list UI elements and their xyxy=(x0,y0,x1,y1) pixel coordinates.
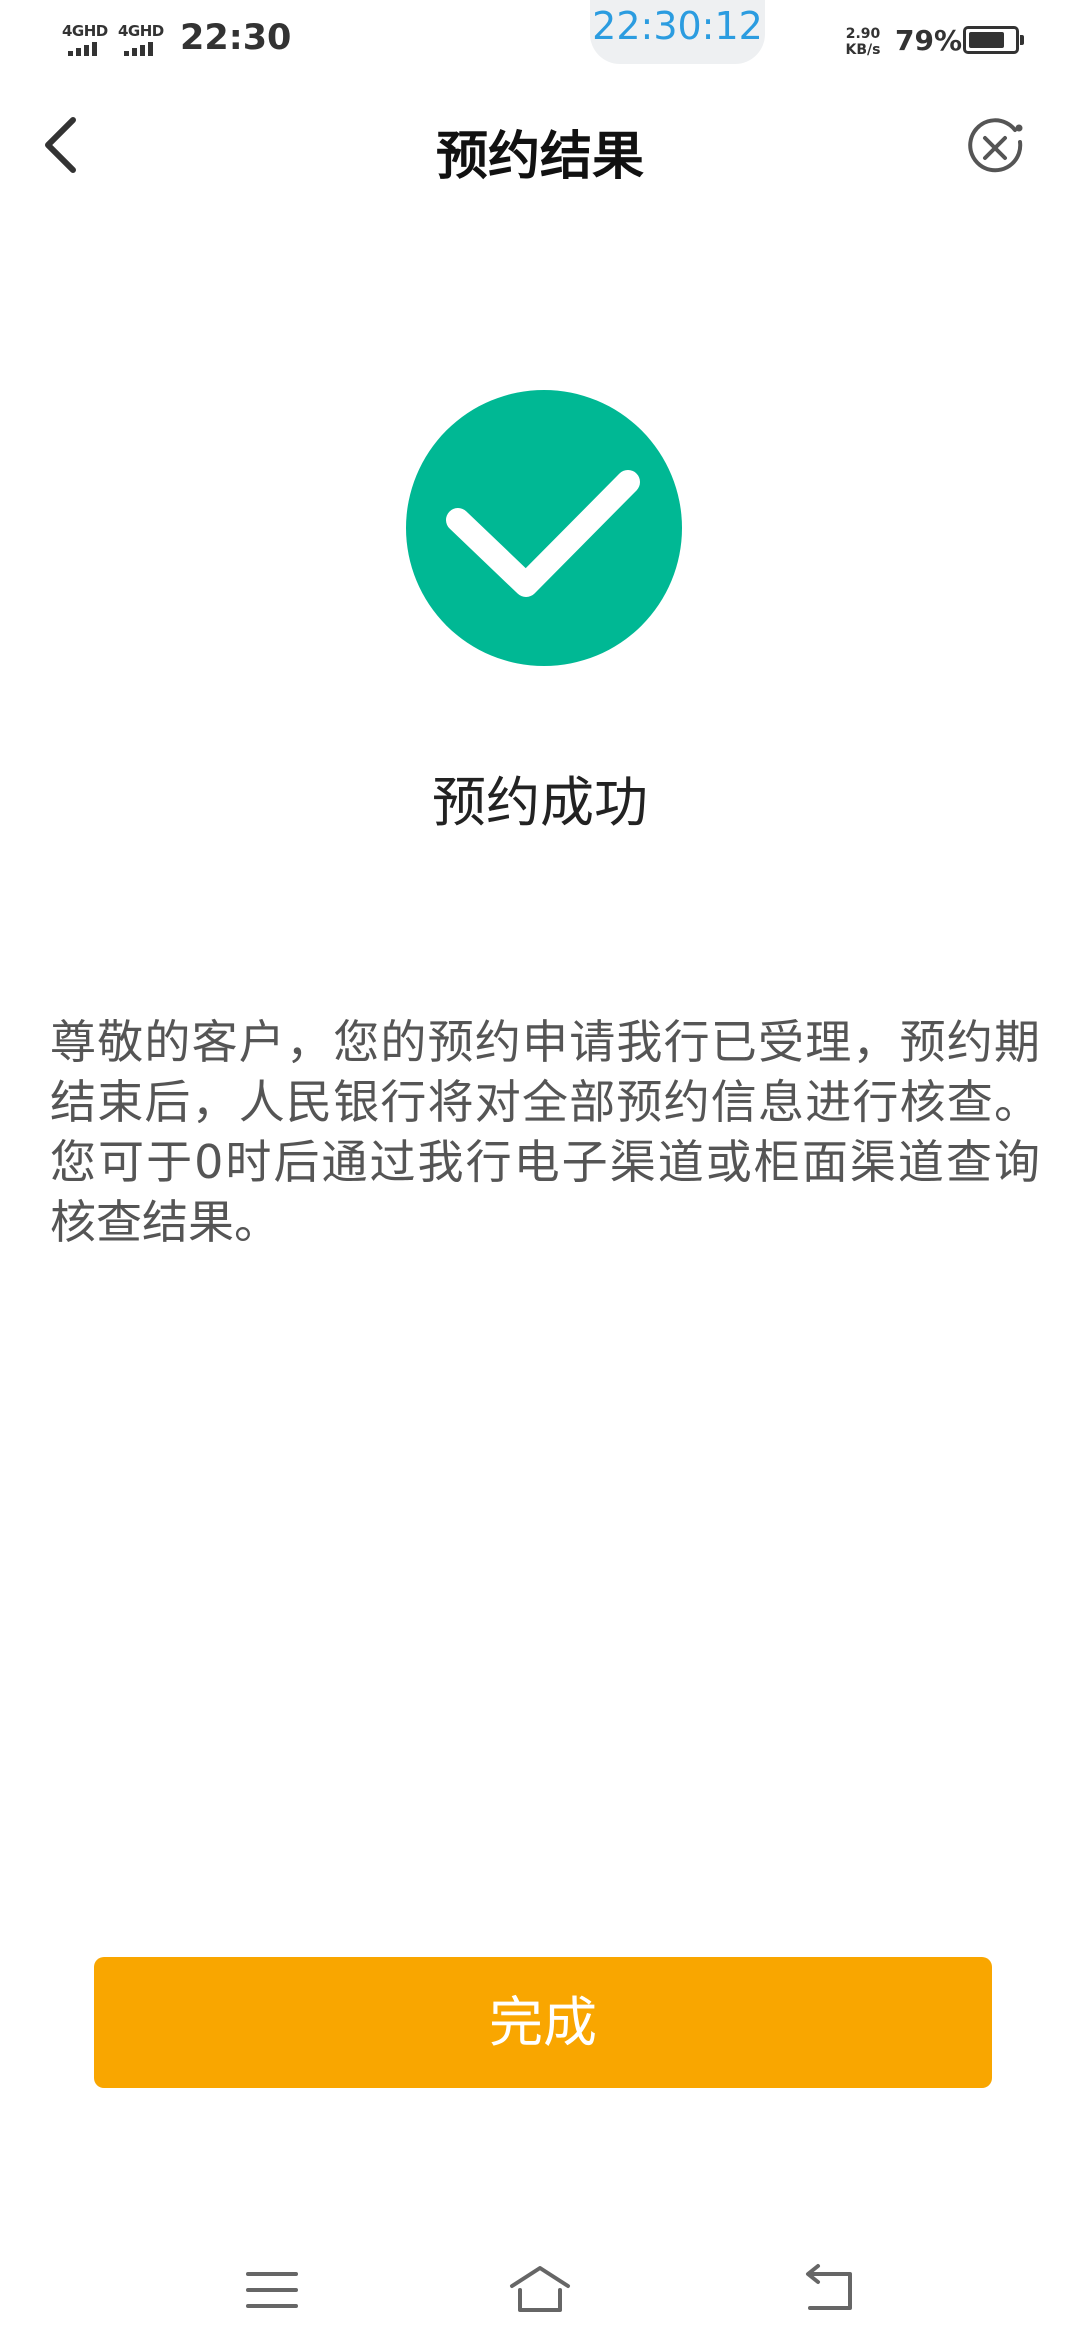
signal-bars-icon xyxy=(68,42,97,56)
home-icon xyxy=(510,2266,570,2312)
clock-overlay-time: 22:30:12 xyxy=(592,4,763,48)
signal-bars-icon xyxy=(124,42,153,56)
system-back-button[interactable] xyxy=(796,2260,860,2320)
chevron-left-icon xyxy=(45,117,76,173)
network-speed-unit: KB/s xyxy=(845,42,881,58)
check-circle-icon xyxy=(406,390,682,666)
done-button[interactable]: 完成 xyxy=(94,1957,992,2088)
system-menu-button[interactable] xyxy=(240,2260,304,2320)
back-button[interactable] xyxy=(28,108,102,182)
nav-bar: 预约结果 xyxy=(0,80,1080,210)
network-type-label: 4GHD xyxy=(118,22,164,40)
battery-icon xyxy=(963,26,1024,54)
clock-overlay: 22:30:12 xyxy=(590,0,765,64)
battery-level-fill xyxy=(969,32,1004,48)
close-button[interactable] xyxy=(963,116,1027,180)
success-icon-wrapper xyxy=(406,390,682,666)
page-title: 预约结果 xyxy=(435,127,644,187)
back-icon xyxy=(806,2264,852,2310)
network-speed: 2.90 KB/s xyxy=(843,26,883,58)
signal-indicator-2: 4GHD xyxy=(118,22,172,58)
signal-indicator-1: 4GHD xyxy=(62,22,116,58)
battery-percent: 79% xyxy=(895,24,963,57)
result-title: 预约成功 xyxy=(432,771,648,834)
network-speed-value: 2.90 xyxy=(845,26,881,42)
system-home-button[interactable] xyxy=(508,2260,572,2320)
system-nav-bar xyxy=(0,2240,1080,2340)
result-message: 尊敬的客户，您的预约申请我行已受理，预约期结束后，人民银行将对全部预约信息进行核… xyxy=(50,1015,1040,1249)
result-page: 4GHD 4GHD 22:30 22:30:12 2.90 KB/s 79% 预… xyxy=(0,0,1080,2340)
status-bar: 4GHD 4GHD 22:30 22:30:12 2.90 KB/s 79% xyxy=(0,0,1080,80)
battery-nub xyxy=(1020,35,1024,45)
network-type-label: 4GHD xyxy=(62,22,108,40)
status-time: 22:30 xyxy=(180,18,292,58)
close-circle-icon xyxy=(968,118,1023,173)
menu-icon xyxy=(246,2272,298,2308)
